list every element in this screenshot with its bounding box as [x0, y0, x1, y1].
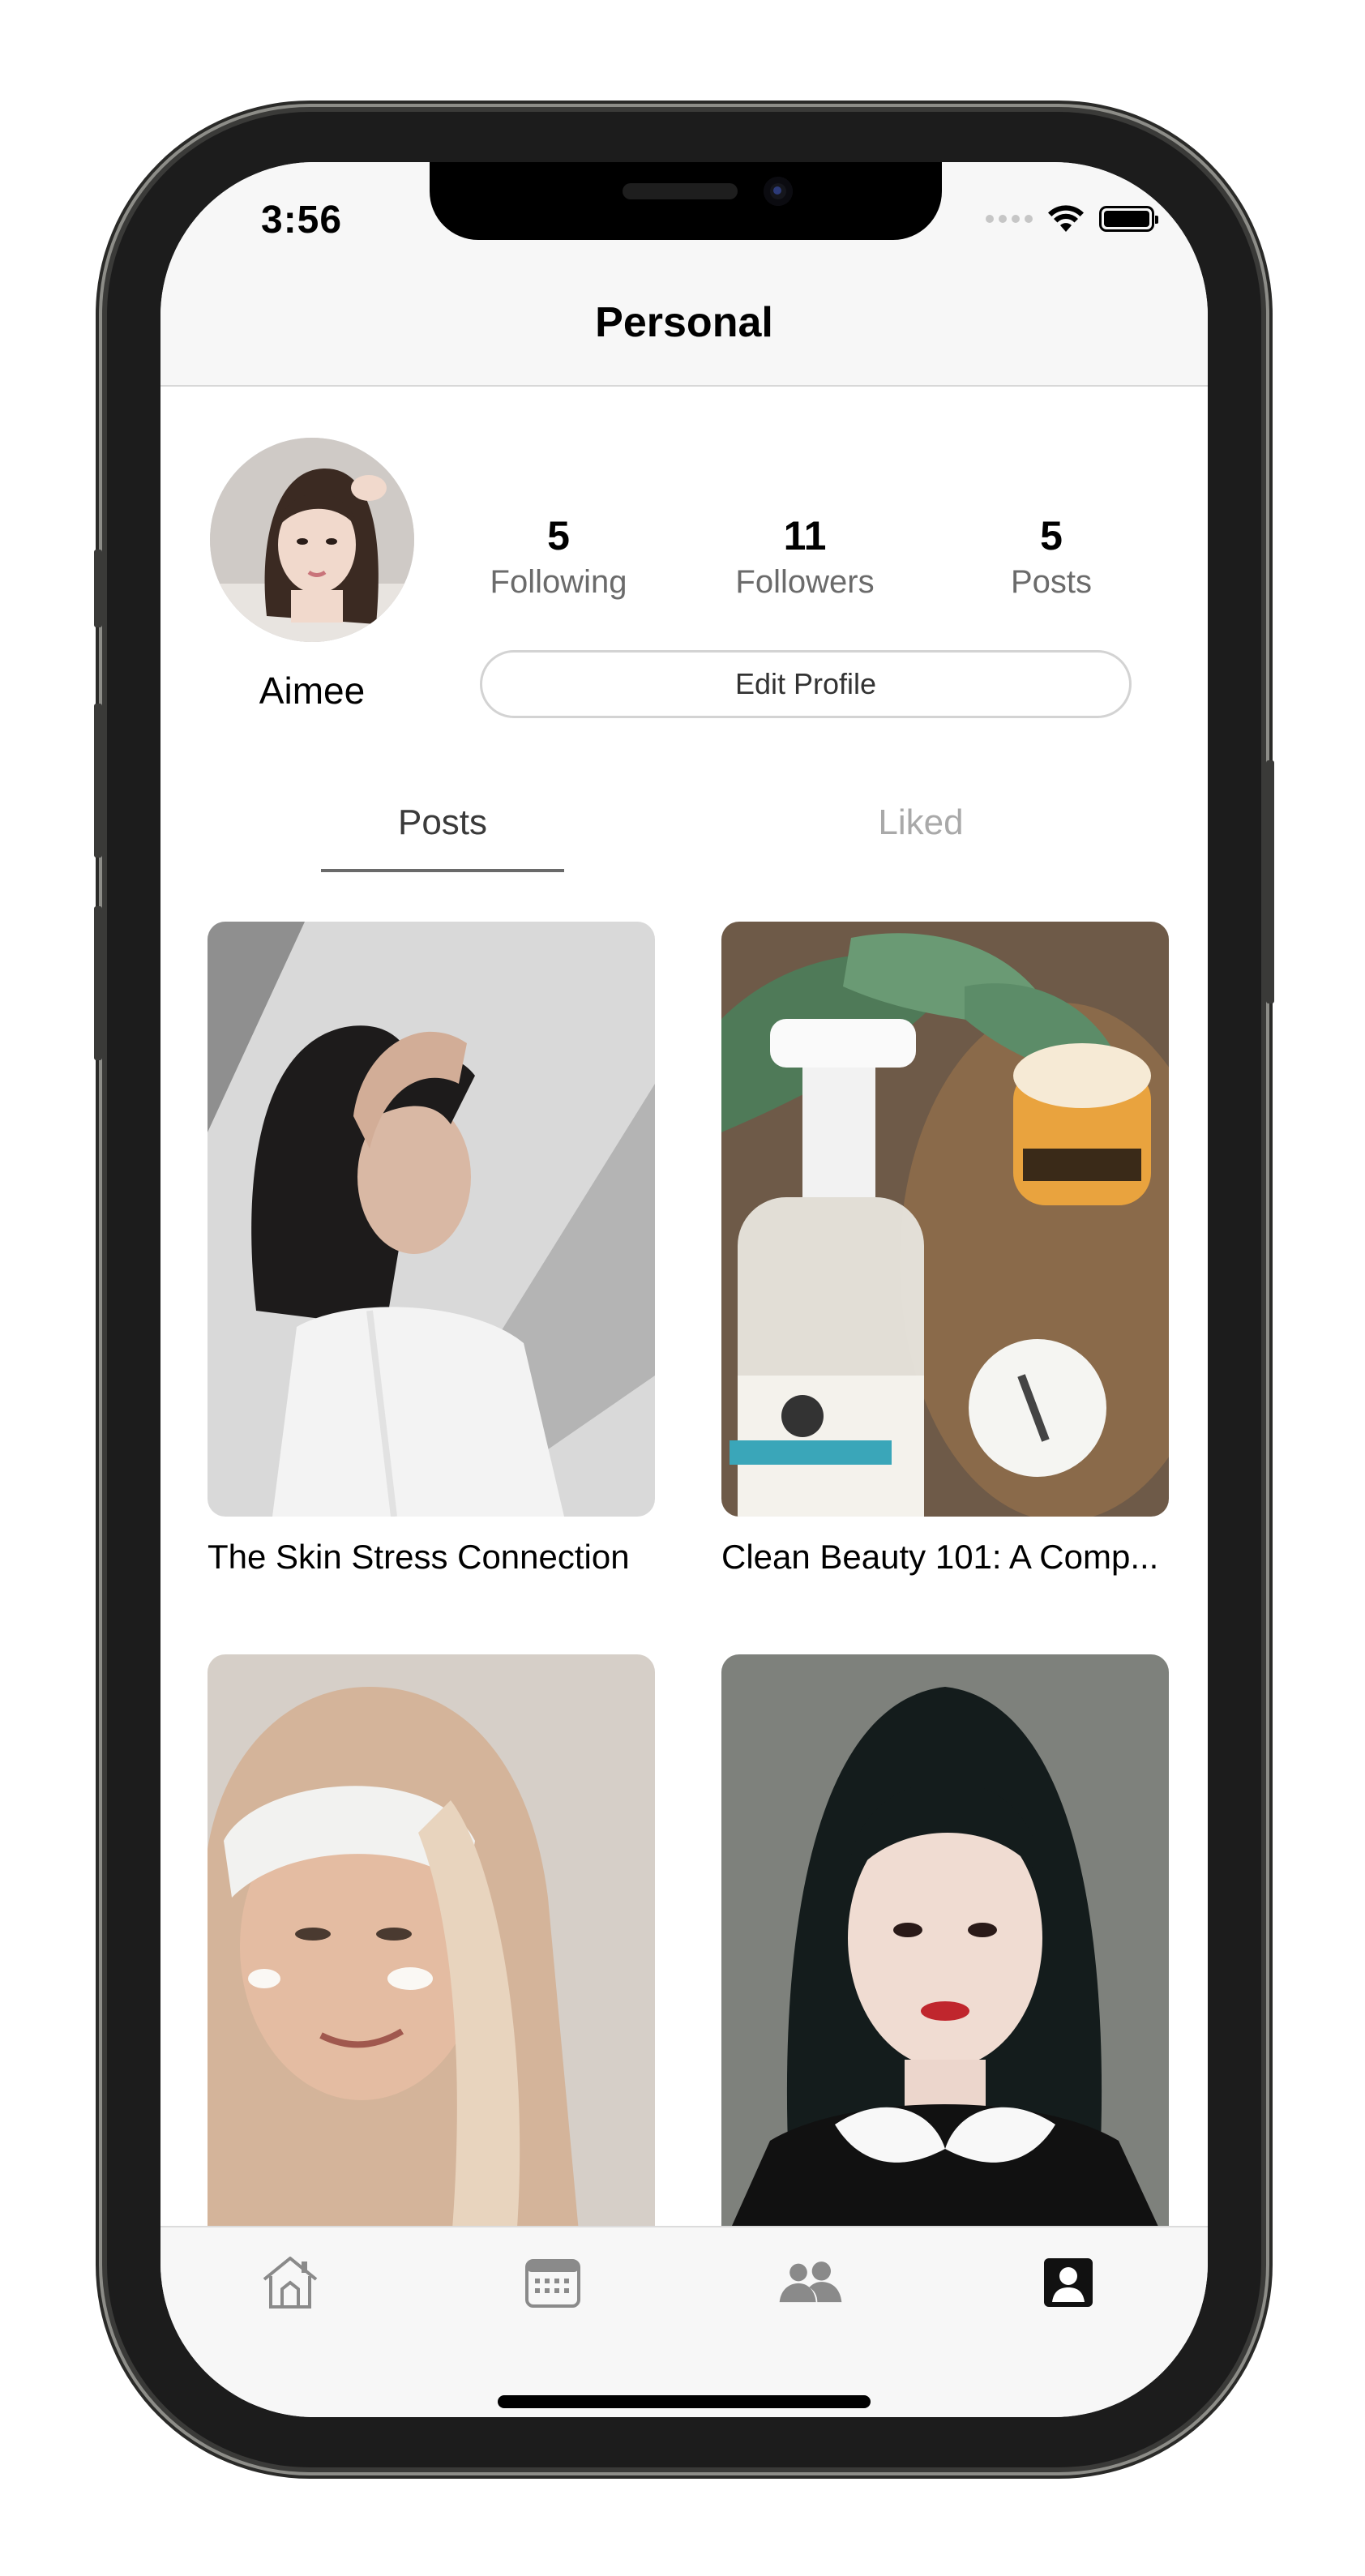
tabbar-item-community[interactable]: [778, 2250, 843, 2315]
volume-down-button: [94, 906, 102, 1060]
tabbar-item-home[interactable]: [258, 2250, 323, 2315]
edit-profile-button[interactable]: Edit Profile: [480, 650, 1132, 718]
speaker-grille: [623, 183, 738, 199]
mute-switch: [94, 550, 102, 627]
post-title: The Skin Stress Connection: [208, 1538, 630, 1576]
home-icon: [263, 2257, 318, 2309]
post-card[interactable]: [208, 1654, 655, 2270]
active-tab-indicator: [321, 869, 564, 872]
status-icons: [986, 204, 1158, 233]
battery-icon: [1099, 206, 1158, 232]
wifi-icon: [1048, 205, 1084, 232]
following-stat[interactable]: 5 Following: [461, 511, 656, 603]
posts-label: Posts: [1010, 564, 1093, 600]
profile-icon: [1044, 2258, 1093, 2307]
tab-posts[interactable]: Posts: [321, 802, 564, 843]
people-icon: [779, 2261, 842, 2303]
followers-stat[interactable]: 11 Followers: [708, 511, 902, 603]
followers-label: Followers: [735, 564, 875, 600]
tabbar-item-calendar[interactable]: [520, 2250, 585, 2315]
status-time: 3:56: [261, 199, 343, 242]
post-title: Clean Beauty 101: A Comp...: [721, 1538, 1159, 1576]
power-button: [1266, 760, 1274, 1003]
tab-liked[interactable]: Liked: [799, 802, 1042, 843]
user-name: Aimee: [259, 670, 366, 712]
home-indicator[interactable]: [498, 2395, 871, 2408]
post-card[interactable]: The Skin Stress Connection: [208, 922, 655, 1577]
post-image[interactable]: [208, 922, 655, 1517]
notch: [430, 162, 942, 240]
post-card[interactable]: Clean Beauty 101: A Comp...: [721, 922, 1169, 1577]
post-image[interactable]: [208, 1654, 655, 2249]
post-card[interactable]: [721, 1654, 1169, 2270]
bottom-tab-bar: [160, 2226, 1208, 2417]
page-title: Personal: [595, 299, 773, 346]
app-screen: 3:56 Personal Aimee 5 Following 11 Follo…: [160, 162, 1208, 2417]
front-camera: [764, 177, 793, 206]
posts-count: 5: [1040, 513, 1063, 558]
post-image[interactable]: [721, 1654, 1169, 2249]
posts-stat[interactable]: 5 Posts: [954, 511, 1149, 603]
phone-frame: 3:56 Personal Aimee 5 Following 11 Follo…: [94, 112, 1274, 2467]
volume-up-button: [94, 704, 102, 858]
following-label: Following: [490, 564, 627, 600]
avatar[interactable]: [210, 438, 414, 642]
post-image[interactable]: [721, 922, 1169, 1517]
tabbar-item-profile[interactable]: [1036, 2250, 1101, 2315]
following-count: 5: [547, 513, 570, 558]
calendar-icon: [525, 2259, 580, 2308]
cellular-signal-icon: [986, 215, 1033, 223]
followers-count: 11: [783, 513, 827, 558]
